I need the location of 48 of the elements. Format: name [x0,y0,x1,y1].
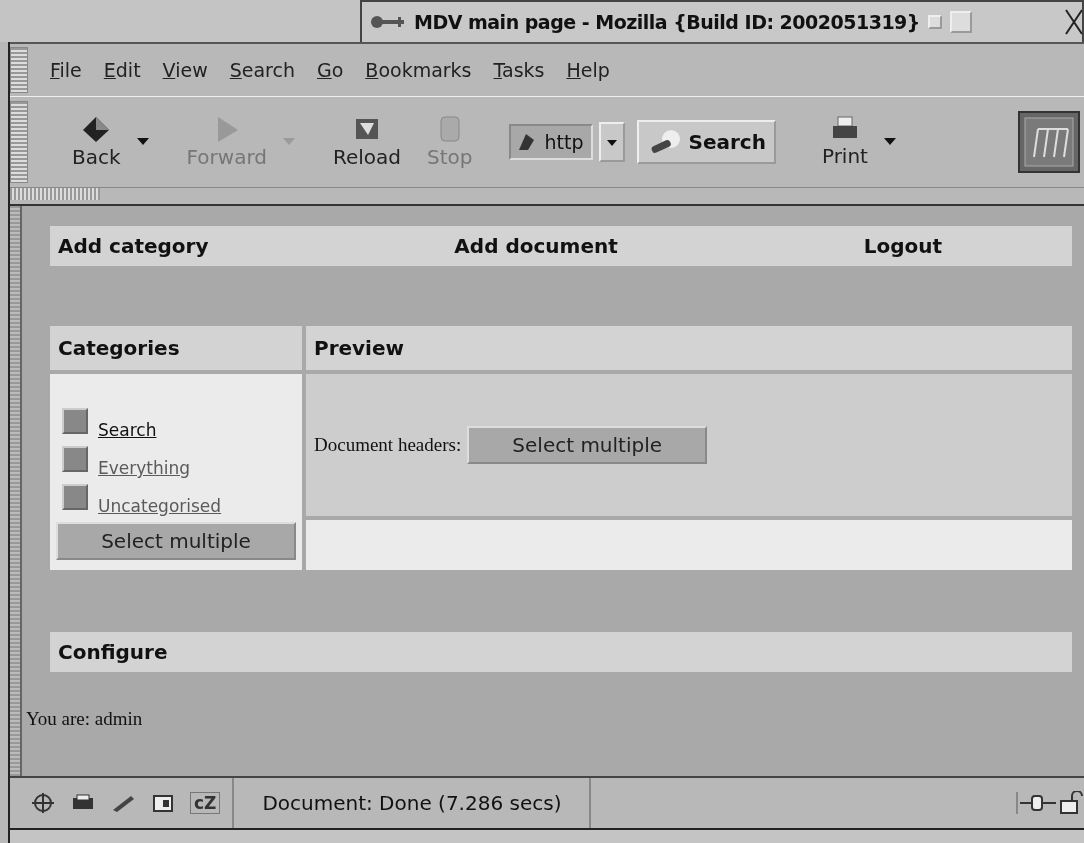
column-header: Categories [50,326,302,370]
lock-icon [1058,791,1084,815]
maximize-button[interactable] [949,11,972,33]
logo-icon[interactable] [1018,111,1080,173]
address-book-icon[interactable] [150,792,176,814]
menu-item[interactable]: Edit [103,59,141,81]
minimize-button[interactable] [927,15,942,29]
field-label: Document headers: [314,434,462,456]
menu-item[interactable]: File [50,59,82,81]
toolbar-grip[interactable] [10,188,100,200]
toolbar-grip[interactable] [10,101,28,183]
menu-grip[interactable] [10,47,28,93]
key-icon [370,13,406,31]
caret-icon[interactable] [136,138,149,146]
menu-item[interactable]: View [162,59,208,81]
menu-item[interactable]: Go [317,59,344,81]
select-multiple-button[interactable]: Select multiple [56,522,296,560]
caret-icon [606,139,617,147]
toolbar-button[interactable]: Back [62,115,131,169]
category-link[interactable]: Everything [98,458,191,480]
caret-icon[interactable] [883,138,896,146]
url-field[interactable]: http [508,124,593,160]
select-multiple-button[interactable]: Select multiple [467,426,708,464]
menu-item[interactable]: Bookmarks [365,59,472,81]
print-button[interactable]: Print [811,116,878,168]
plug-icon [1016,792,1058,814]
category-link[interactable]: Search [98,420,157,442]
dropdown-button[interactable] [598,122,625,162]
section-header: Configure [58,640,168,664]
checkbox[interactable] [62,484,88,510]
sidebar-grip[interactable] [10,206,22,776]
globe-icon[interactable] [30,792,56,814]
window-title: MDV main page - Mozilla {Build ID: 2002051319} [414,11,920,33]
column-header: Preview [306,326,1072,370]
chat-button[interactable]: cZ [190,792,221,814]
nav-link[interactable]: Add document [454,234,618,258]
search-button[interactable]: Search [636,120,776,164]
nav-link[interactable]: Add category [58,234,209,258]
toolbar-button[interactable]: Reload [323,115,412,169]
checkbox[interactable] [62,408,88,434]
nav-link[interactable]: Logout [863,234,942,258]
menu-item[interactable]: Help [566,59,610,81]
back-arrow-icon [81,115,112,143]
menu-item[interactable]: Tasks [493,59,545,81]
user-text: You are: admin [26,708,144,730]
menu-item[interactable]: Search [229,59,295,81]
checkbox[interactable] [62,446,88,472]
category-link[interactable]: Uncategorised [98,496,222,518]
